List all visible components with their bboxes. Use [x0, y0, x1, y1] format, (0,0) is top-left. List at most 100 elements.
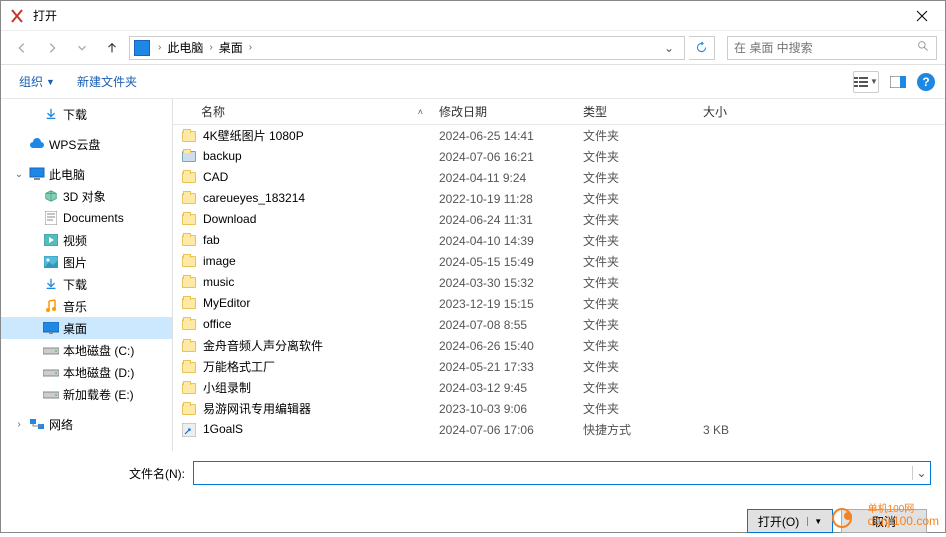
breadcrumb-dropdown[interactable]: ⌄: [658, 41, 680, 55]
pc-icon: [29, 166, 45, 182]
download-icon: [43, 106, 59, 122]
col-header-date[interactable]: 修改日期: [431, 103, 575, 120]
file-row[interactable]: 万能格式工厂2024-05-21 17:33文件夹: [173, 356, 945, 377]
file-date-cell: 2024-06-24 11:31: [431, 213, 575, 227]
file-date-cell: 2024-03-12 9:45: [431, 381, 575, 395]
file-name-cell: careueyes_183214: [173, 191, 431, 207]
file-type-cell: 文件夹: [575, 379, 695, 396]
breadcrumb[interactable]: › 此电脑 › 桌面 › ⌄: [129, 36, 685, 60]
file-row[interactable]: 金舟音频人声分离软件2024-06-26 15:40文件夹: [173, 335, 945, 356]
forward-button[interactable]: [39, 35, 65, 61]
chevron-right-icon: ›: [158, 42, 161, 53]
file-date-cell: 2023-10-03 9:06: [431, 402, 575, 416]
view-icon: [854, 76, 868, 88]
recent-dropdown[interactable]: [69, 35, 95, 61]
filename-combo[interactable]: ⌄: [193, 461, 931, 485]
tree-item-label: 音乐: [63, 298, 87, 315]
file-type-cell: 文件夹: [575, 400, 695, 417]
up-button[interactable]: [99, 35, 125, 61]
tree-item[interactable]: 下载: [1, 103, 172, 125]
organize-button[interactable]: 组织▼: [11, 69, 63, 94]
refresh-button[interactable]: [689, 36, 715, 60]
file-type-cell: 文件夹: [575, 127, 695, 144]
file-date-cell: 2024-04-11 9:24: [431, 171, 575, 185]
breadcrumb-item[interactable]: 桌面: [217, 39, 245, 56]
tree-item[interactable]: 音乐: [1, 295, 172, 317]
search-input[interactable]: [734, 41, 917, 55]
search-box[interactable]: [727, 36, 937, 60]
folder-icon: [181, 275, 197, 291]
file-type-cell: 文件夹: [575, 211, 695, 228]
tree-item[interactable]: 3D 对象: [1, 185, 172, 207]
chevron-right-icon: ›: [249, 42, 252, 53]
file-row[interactable]: fab2024-04-10 14:39文件夹: [173, 230, 945, 251]
file-type-cell: 文件夹: [575, 253, 695, 270]
tree-item-label: 本地磁盘 (C:): [63, 342, 134, 359]
cloud-icon: [29, 136, 45, 152]
file-type-cell: 文件夹: [575, 337, 695, 354]
tree-item-label: 下载: [63, 276, 87, 293]
file-row[interactable]: office2024-07-08 8:55文件夹: [173, 314, 945, 335]
close-button[interactable]: [899, 1, 945, 31]
tree-item[interactable]: ⌄此电脑: [1, 163, 172, 185]
back-button[interactable]: [9, 35, 35, 61]
app-icon: [9, 8, 25, 24]
file-row[interactable]: CAD2024-04-11 9:24文件夹: [173, 167, 945, 188]
tree-item-label: 图片: [63, 254, 87, 271]
file-name-cell: fab: [173, 233, 431, 249]
cancel-button[interactable]: 取消: [841, 509, 927, 533]
tree-item-label: 新加载卷 (E:): [63, 386, 134, 403]
chevron-down-icon: ▼: [807, 517, 822, 526]
open-button[interactable]: 打开(O) ▼: [747, 509, 833, 533]
file-type-cell: 文件夹: [575, 274, 695, 291]
col-header-type[interactable]: 类型: [575, 103, 695, 120]
preview-pane-button[interactable]: [885, 71, 911, 93]
file-name-cell: 易游网讯专用编辑器: [173, 400, 431, 418]
folder-icon: [181, 296, 197, 312]
file-row[interactable]: MyEditor2023-12-19 15:15文件夹: [173, 293, 945, 314]
file-name-cell: office: [173, 317, 431, 333]
col-header-name[interactable]: 名称 ˄: [173, 103, 431, 120]
chevron-down-icon[interactable]: ⌄: [912, 466, 930, 480]
file-date-cell: 2024-06-26 15:40: [431, 339, 575, 353]
file-row[interactable]: image2024-05-15 15:49文件夹: [173, 251, 945, 272]
filename-label: 文件名(N):: [15, 465, 185, 482]
tree-item[interactable]: 图片: [1, 251, 172, 273]
tree-item[interactable]: 本地磁盘 (D:): [1, 361, 172, 383]
tree-item[interactable]: ›网络: [1, 413, 172, 435]
view-options-button[interactable]: ▼: [853, 71, 879, 93]
tree-item[interactable]: WPS云盘: [1, 133, 172, 155]
file-row[interactable]: 小组录制2024-03-12 9:45文件夹: [173, 377, 945, 398]
folder-icon: [181, 380, 197, 396]
folder-icon: [181, 338, 197, 354]
new-folder-button[interactable]: 新建文件夹: [69, 69, 145, 94]
file-type-cell: 文件夹: [575, 190, 695, 207]
pc-icon: [134, 40, 150, 56]
tree-item[interactable]: 视频: [1, 229, 172, 251]
help-button[interactable]: ?: [917, 73, 935, 91]
file-row[interactable]: backup2024-07-06 16:21文件夹: [173, 146, 945, 167]
folder-share-icon: [181, 149, 197, 165]
desktop-icon: [43, 320, 59, 336]
tree-item[interactable]: 本地磁盘 (C:): [1, 339, 172, 361]
file-date-cell: 2023-12-19 15:15: [431, 297, 575, 311]
dialog-body: 下载WPS云盘⌄此电脑3D 对象Documents视频图片下载音乐桌面本地磁盘 …: [1, 99, 945, 451]
file-row[interactable]: music2024-03-30 15:32文件夹: [173, 272, 945, 293]
pics-icon: [43, 254, 59, 270]
file-row[interactable]: 4K壁纸图片 1080P2024-06-25 14:41文件夹: [173, 125, 945, 146]
breadcrumb-item[interactable]: 此电脑: [165, 39, 205, 56]
file-date-cell: 2024-07-06 16:21: [431, 150, 575, 164]
file-row[interactable]: 易游网讯专用编辑器2023-10-03 9:06文件夹: [173, 398, 945, 419]
folder-icon: [181, 233, 197, 249]
tree-item-label: 本地磁盘 (D:): [63, 364, 134, 381]
file-type-cell: 文件夹: [575, 295, 695, 312]
file-row[interactable]: careueyes_1832142022-10-19 11:28文件夹: [173, 188, 945, 209]
tree-item[interactable]: 桌面: [1, 317, 172, 339]
col-header-size[interactable]: 大小: [695, 103, 795, 120]
tree-item[interactable]: Documents: [1, 207, 172, 229]
filename-input[interactable]: [194, 466, 912, 480]
tree-item[interactable]: 下载: [1, 273, 172, 295]
file-row[interactable]: Download2024-06-24 11:31文件夹: [173, 209, 945, 230]
file-row[interactable]: 1GoalS2024-07-06 17:06快捷方式3 KB: [173, 419, 945, 440]
tree-item[interactable]: 新加载卷 (E:): [1, 383, 172, 405]
